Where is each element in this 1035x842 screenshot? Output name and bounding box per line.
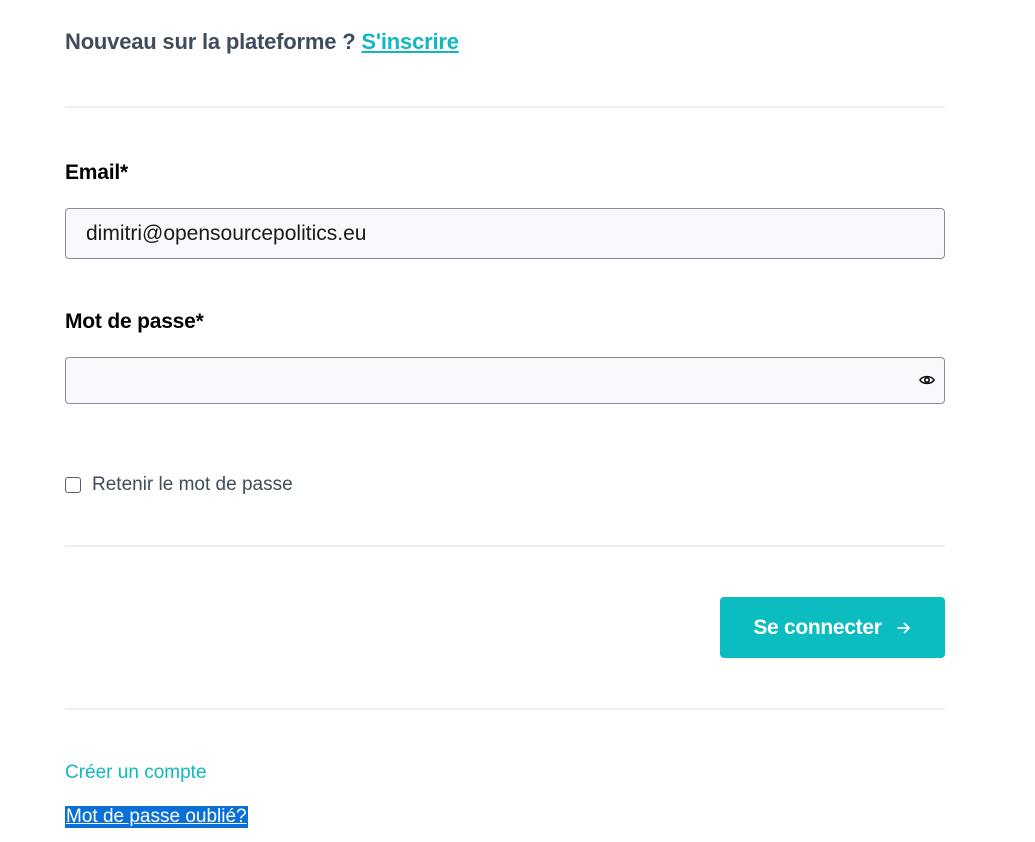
email-label: Email* bbox=[65, 161, 128, 184]
password-field[interactable] bbox=[65, 357, 945, 404]
signup-link[interactable]: S'inscrire bbox=[361, 29, 459, 54]
remember-label[interactable]: Retenir le mot de passe bbox=[92, 474, 293, 496]
signup-prompt-text: Nouveau sur la plateforme ? bbox=[65, 29, 356, 54]
create-account-link[interactable]: Créer un compte bbox=[65, 762, 207, 784]
email-field[interactable] bbox=[65, 208, 945, 259]
login-button-label: Se connecter bbox=[753, 615, 882, 639]
eye-icon[interactable] bbox=[919, 373, 935, 387]
remember-option: Retenir le mot de passe bbox=[65, 474, 293, 496]
password-field-wrapper bbox=[65, 357, 945, 404]
remember-checkbox[interactable] bbox=[65, 477, 81, 493]
forgot-password-link[interactable]: Mot de passe oublié? bbox=[65, 806, 248, 828]
arrow-right-icon bbox=[896, 622, 910, 633]
divider bbox=[65, 545, 945, 547]
divider bbox=[65, 106, 945, 108]
login-button[interactable]: Se connecter bbox=[720, 597, 945, 658]
signup-prompt: Nouveau sur la plateforme ? S'inscrire bbox=[65, 29, 459, 55]
password-label: Mot de passe* bbox=[65, 310, 204, 333]
divider bbox=[65, 708, 945, 710]
